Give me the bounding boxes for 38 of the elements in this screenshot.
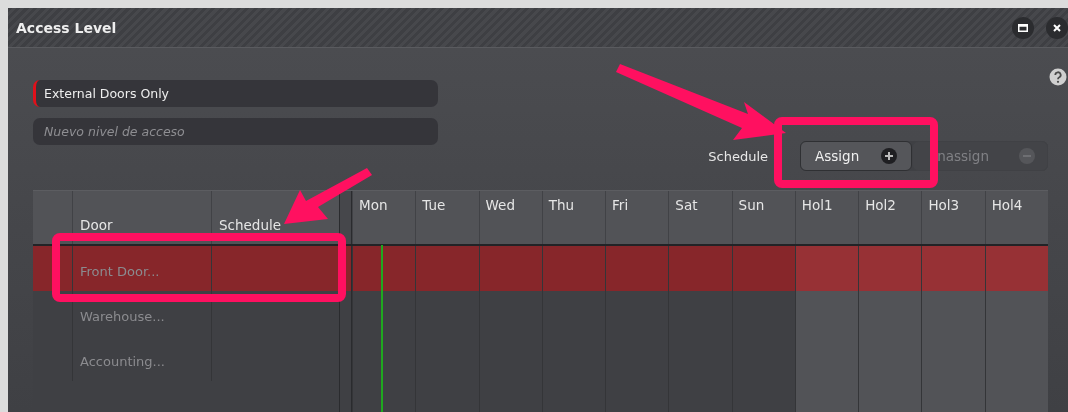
column-header[interactable]: Hol2 (858, 191, 922, 244)
table-cell (984, 381, 1048, 412)
maximize-icon (1018, 23, 1028, 32)
table-cell (921, 246, 985, 291)
column-header[interactable]: Fri (605, 191, 669, 244)
help-icon[interactable] (1049, 68, 1067, 86)
door-name: Accounting... (80, 354, 165, 369)
table-cell (858, 246, 922, 291)
plus-icon (881, 148, 898, 164)
door-name: Front Door... (80, 264, 160, 279)
table-cell (858, 381, 922, 412)
column-header[interactable]: Sun (731, 191, 795, 244)
close-button[interactable] (1046, 16, 1068, 39)
column-header[interactable]: Tue (415, 191, 479, 244)
table-cell (794, 291, 859, 336)
column-header[interactable]: Hol1 (794, 191, 859, 244)
column-header[interactable]: Sat (668, 191, 732, 244)
column-header[interactable]: Mon (352, 191, 416, 244)
maximize-button[interactable] (1012, 16, 1034, 39)
column-header[interactable]: Hol3 (921, 191, 985, 244)
text-field[interactable]: External Doors Only (33, 80, 438, 107)
assign-button[interactable]: Assign (800, 141, 913, 171)
table-cell (984, 291, 1048, 336)
column-header[interactable]: Hol4 (984, 191, 1048, 244)
minus-icon (1019, 148, 1035, 164)
table-cell (984, 246, 1048, 291)
door-name: Warehouse... (80, 309, 165, 324)
column-header[interactable]: Wed (478, 191, 542, 244)
window-title: Access Level (16, 19, 118, 36)
schedule-label: Schedule (708, 148, 769, 164)
column-header[interactable]: Door (72, 191, 211, 244)
table-cell (921, 291, 985, 336)
column-header[interactable]: Thu (541, 191, 606, 244)
table-cell (921, 381, 985, 412)
table-cell (858, 291, 922, 336)
table-cell (794, 246, 859, 291)
text-field[interactable]: Nuevo nivel de acceso (33, 118, 438, 145)
close-icon (1053, 23, 1061, 32)
